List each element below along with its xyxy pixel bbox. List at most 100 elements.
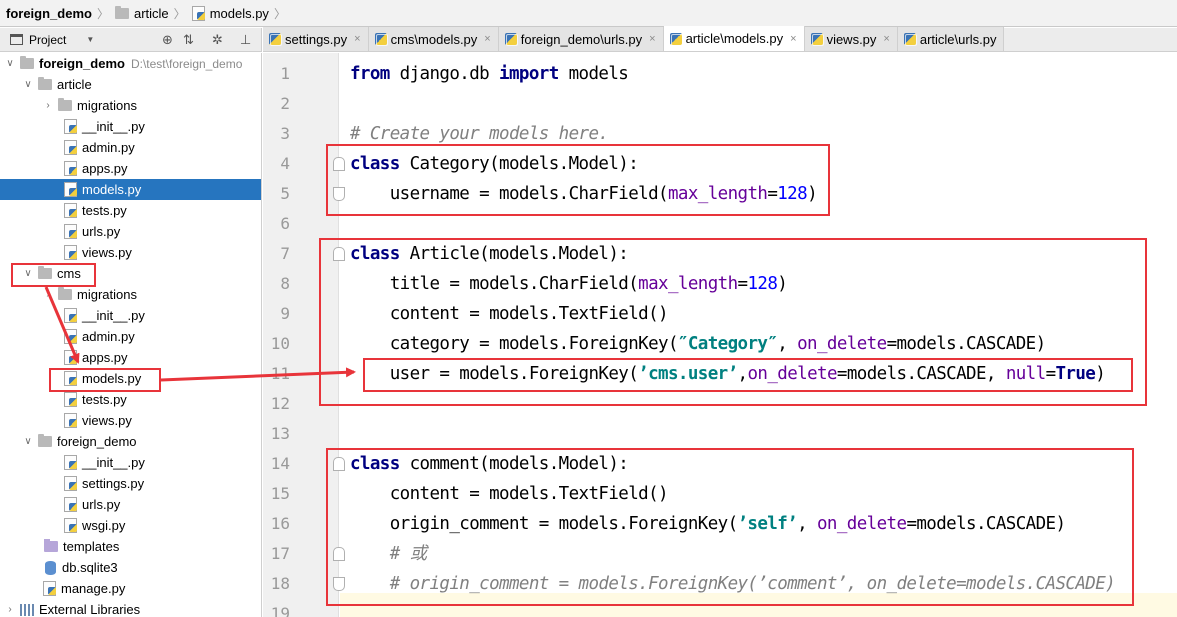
breadcrumb-separator-icon: 〉 <box>273 6 286 21</box>
line-number: 17 <box>270 544 290 563</box>
tab-settings[interactable]: settings.py × <box>263 27 369 51</box>
collapsed-arrow-icon[interactable]: › <box>42 100 54 111</box>
breadcrumb-separator-icon: 〉 <box>173 6 186 21</box>
tree-item-article-tests[interactable]: tests.py <box>0 200 261 221</box>
folder-icon <box>58 287 72 300</box>
keyword: from <box>350 64 390 84</box>
gear-icon[interactable]: ✲ <box>212 32 223 48</box>
close-icon[interactable]: × <box>649 33 655 45</box>
line-number: 3 <box>280 124 290 143</box>
tab-article-models[interactable]: article\models.py × <box>663 26 805 51</box>
python-icon <box>504 33 518 46</box>
python-file-icon <box>64 497 77 512</box>
dropdown-arrow-icon[interactable]: ▼ <box>86 35 94 44</box>
expanded-arrow-icon[interactable]: ∨ <box>22 79 34 90</box>
code-text: models <box>558 64 629 84</box>
tree-item-external-libraries[interactable]: › External Libraries <box>0 599 261 617</box>
annotation-box-comment <box>326 448 1134 606</box>
python-file-icon <box>64 476 77 491</box>
tree-item-label: views.py <box>82 245 132 260</box>
close-icon[interactable]: × <box>484 33 490 45</box>
close-icon[interactable]: × <box>883 33 889 45</box>
tree-item-fd-settings[interactable]: settings.py <box>0 473 261 494</box>
tree-item-fd-init[interactable]: __init__.py <box>0 452 261 473</box>
line-number: 7 <box>280 244 290 263</box>
close-icon[interactable]: × <box>790 33 796 45</box>
breadcrumb-folder[interactable]: article <box>113 0 171 26</box>
collapse-icon[interactable]: ⊥ <box>240 32 251 48</box>
tree-item-cms-init[interactable]: __init__.py <box>0 305 261 326</box>
tab-label: views.py <box>826 31 877 47</box>
tree-item-manage[interactable]: manage.py <box>0 578 261 599</box>
line-number: 13 <box>270 424 290 443</box>
library-icon <box>20 603 34 616</box>
python-file-icon <box>64 161 77 176</box>
breadcrumb-file[interactable]: models.py <box>190 0 271 26</box>
tree-item-article-apps[interactable]: apps.py <box>0 158 261 179</box>
split-icon[interactable]: ⇅ <box>183 32 194 48</box>
annotation-box-cms-models <box>49 368 161 392</box>
tree-item-cms-migrations[interactable]: › migrations <box>0 284 261 305</box>
project-icon <box>10 34 23 45</box>
breadcrumb-folder-label: article <box>133 5 169 21</box>
python-file-icon <box>64 455 77 470</box>
tab-cms-models[interactable]: cms\models.py × <box>368 27 499 51</box>
tree-item-label: manage.py <box>61 581 126 596</box>
python-icon <box>269 33 282 46</box>
tree-item-cms-views[interactable]: views.py <box>0 410 261 431</box>
line-number: 12 <box>270 394 290 413</box>
line-number: 10 <box>270 334 290 353</box>
python-file-icon <box>191 5 205 21</box>
tree-item-cms-admin[interactable]: admin.py <box>0 326 261 347</box>
tab-article-urls[interactable]: article\urls.py <box>897 27 1005 51</box>
tab-foreign-demo-urls[interactable]: foreign_demo\urls.py × <box>498 27 664 51</box>
python-file-icon <box>64 350 77 365</box>
tab-label: article\urls.py <box>919 31 997 47</box>
tree-item-label: __init__.py <box>82 119 145 134</box>
folder-icon <box>58 98 72 111</box>
python-file-icon <box>64 518 77 533</box>
line-number: 15 <box>270 484 290 503</box>
tree-root-foreign-demo[interactable]: ∨ foreign_demo D:\test\foreign_demo <box>0 53 261 74</box>
tree-item-label: admin.py <box>82 329 135 344</box>
tree-item-article-init[interactable]: __init__.py <box>0 116 261 137</box>
collapsed-arrow-icon[interactable]: › <box>4 604 16 615</box>
tree-item-article-views[interactable]: views.py <box>0 242 261 263</box>
tree-item-fd-wsgi[interactable]: wsgi.py <box>0 515 261 536</box>
tree-item-fd-urls[interactable]: urls.py <box>0 494 261 515</box>
templates-folder-icon <box>44 539 58 552</box>
breadcrumb-project-label: foreign_demo <box>6 5 92 21</box>
tab-views[interactable]: views.py × <box>804 27 898 51</box>
tree-item-cms-tests[interactable]: tests.py <box>0 389 261 410</box>
close-icon[interactable]: × <box>354 33 360 45</box>
tree-item-article-migrations[interactable]: › migrations <box>0 95 261 116</box>
python-file-icon <box>64 119 77 134</box>
line-number: 18 <box>270 574 290 593</box>
tree-item-cms-apps[interactable]: apps.py <box>0 347 261 368</box>
tree-item-article[interactable]: ∨ article <box>0 74 261 95</box>
breadcrumb-project[interactable]: foreign_demo <box>4 0 94 26</box>
project-view-selector[interactable]: Project <box>29 33 66 47</box>
tree-item-article-admin[interactable]: admin.py <box>0 137 261 158</box>
tree-item-label: External Libraries <box>39 602 141 617</box>
tree-item-foreign-demo-package[interactable]: ∨ foreign_demo <box>0 431 261 452</box>
tree-item-label: foreign_demo <box>39 56 125 71</box>
tree-item-article-models[interactable]: models.py <box>0 179 261 200</box>
tree-item-db-sqlite[interactable]: db.sqlite3 <box>0 557 261 578</box>
line-number: 11 <box>270 364 290 383</box>
tree-item-templates[interactable]: templates <box>0 536 261 557</box>
code-line-1[interactable]: from django.db import models <box>350 59 1170 89</box>
tree-item-article-urls[interactable]: urls.py <box>0 221 261 242</box>
tree-item-label: templates <box>63 539 120 554</box>
expanded-arrow-icon[interactable]: ∨ <box>22 436 34 447</box>
target-icon[interactable]: ⊕ <box>162 32 173 48</box>
breadcrumb-separator-icon: 〉 <box>96 6 109 21</box>
line-number: 1 <box>280 64 290 83</box>
tree-item-label: migrations <box>77 98 137 113</box>
collapsed-arrow-icon[interactable]: › <box>42 289 54 300</box>
expanded-arrow-icon[interactable]: ∨ <box>4 58 16 69</box>
editor-tabs: settings.py × cms\models.py × foreign_de… <box>263 26 1177 52</box>
folder-icon <box>38 77 52 90</box>
breadcrumb-file-label: models.py <box>209 5 269 21</box>
python-file-icon <box>64 224 77 239</box>
